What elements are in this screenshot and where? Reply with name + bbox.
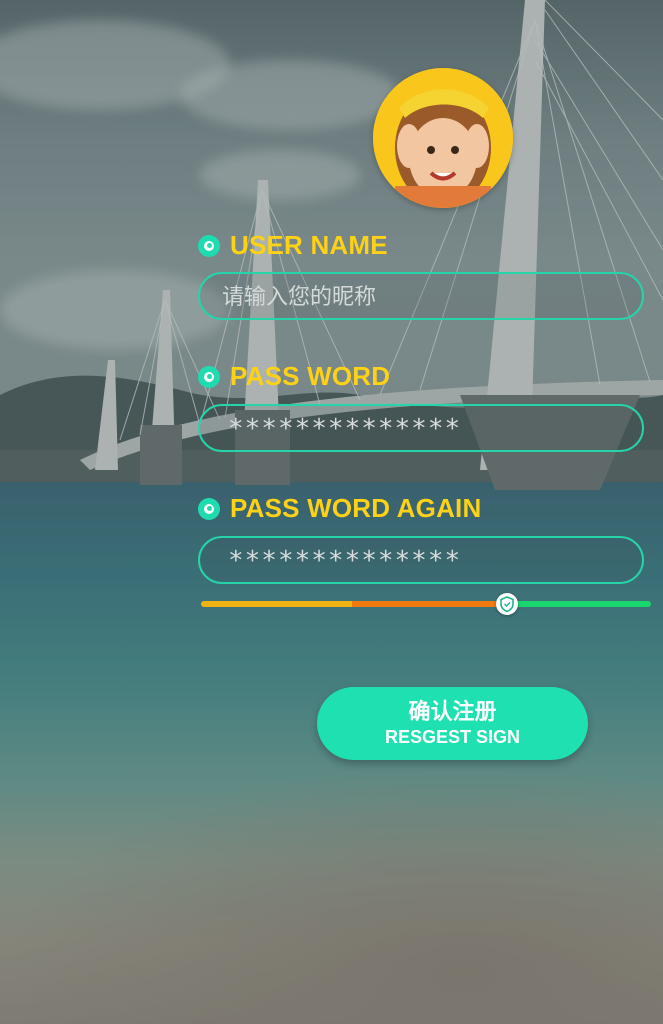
- username-field[interactable]: [198, 272, 644, 320]
- password-label: PASS WORD: [230, 361, 391, 391]
- password-again-masked-value: **************: [228, 546, 462, 576]
- submit-label-en: RESGEST SIGN: [384, 726, 521, 747]
- password-again-label-row: PASS WORD AGAIN: [198, 493, 481, 524]
- password-field[interactable]: **************: [198, 404, 644, 452]
- password-masked-value: **************: [228, 414, 462, 444]
- username-label: USER NAME: [230, 230, 388, 260]
- radio-dot-icon: [198, 497, 220, 520]
- shield-icon: [500, 596, 514, 613]
- username-label-row: USER NAME: [198, 230, 388, 261]
- radio-dot-icon: [198, 365, 220, 388]
- username-input[interactable]: [220, 274, 624, 320]
- avatar[interactable]: [373, 68, 513, 208]
- password-again-field[interactable]: **************: [198, 536, 644, 584]
- password-again-label: PASS WORD AGAIN: [230, 493, 482, 523]
- strength-segment-weak: [201, 601, 352, 607]
- submit-label-cn: 确认注册: [408, 699, 497, 725]
- girl-portrait-icon: [373, 68, 513, 208]
- password-strength-bar: [201, 601, 651, 607]
- password-label-row: PASS WORD: [198, 361, 390, 392]
- strength-slider-knob[interactable]: [496, 593, 518, 615]
- register-submit-button[interactable]: 确认注册 RESGEST SIGN: [317, 687, 588, 760]
- strength-segment-medium: [352, 601, 502, 607]
- radio-dot-icon: [198, 234, 220, 257]
- strength-segment-strong: [502, 601, 651, 607]
